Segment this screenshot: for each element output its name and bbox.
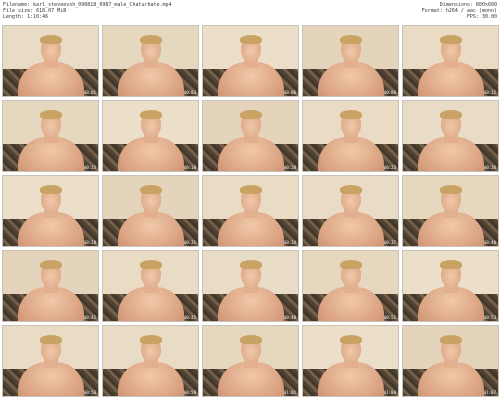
person-hair (239, 335, 262, 344)
video-thumbnail: 00:31 (102, 175, 199, 247)
length-text: Length: 1:10:46 (3, 14, 49, 20)
info-header: Filename: karl_steveevsh_090818_0987_mal… (0, 0, 500, 24)
timestamp-label: 00:45 (183, 315, 196, 320)
video-thumbnail: 00:28 (2, 175, 99, 247)
timestamp-label: 00:53 (483, 315, 496, 320)
timestamp-label: 00:51 (383, 315, 396, 320)
person-hair (139, 35, 162, 44)
person-hair (39, 185, 62, 194)
video-thumbnail: 00:06 (202, 25, 299, 97)
video-thumbnail: 01:07 (402, 325, 499, 397)
timestamp-label: 00:31 (183, 240, 196, 245)
person-hair (439, 260, 462, 269)
timestamp-label: 00:59 (183, 390, 196, 395)
timestamp-label: 01:07 (483, 390, 496, 395)
video-thumbnail: 00:03 (102, 25, 199, 97)
video-thumbnail: 00:18 (102, 100, 199, 172)
video-thumbnail: 00:15 (2, 100, 99, 172)
video-thumbnail: 00:23 (302, 100, 399, 172)
video-info: Dimensions: 800x600 Format: h264 / aac (… (422, 2, 497, 20)
timestamp-label: 00:28 (83, 240, 96, 245)
person-hair (139, 185, 162, 194)
timestamp-label: 00:56 (83, 390, 96, 395)
video-thumbnail: 00:56 (2, 325, 99, 397)
person-hair (239, 260, 262, 269)
video-thumbnail: 01:01 (202, 325, 299, 397)
person-hair (339, 35, 362, 44)
timestamp-label: 00:12 (483, 90, 496, 95)
video-thumbnail: 00:12 (402, 25, 499, 97)
timestamp-label: 00:09 (383, 90, 396, 95)
timestamp-label: 00:48 (283, 315, 296, 320)
video-thumbnail: 00:59 (102, 325, 199, 397)
timestamp-label: 00:01 (83, 90, 96, 95)
fps-text: FPS: 30.00 (466, 14, 497, 20)
person-hair (339, 260, 362, 269)
video-thumbnail: 00:26 (402, 100, 499, 172)
video-thumbnail: 01:04 (302, 325, 399, 397)
timestamp-label: 00:23 (383, 165, 396, 170)
timestamp-label: 00:37 (383, 240, 396, 245)
thumbnail-grid: 00:01 00:03 00:06 00:09 00:12 00:15 00:18 00:20… (0, 24, 500, 401)
timestamp-label: 00:42 (83, 315, 96, 320)
video-thumbnail: 00:37 (302, 175, 399, 247)
person-hair (239, 185, 262, 194)
timestamp-label: 00:18 (183, 165, 196, 170)
contact-sheet: Filename: karl_steveevsh_090818_0987_mal… (0, 0, 500, 401)
timestamp-label: 00:40 (483, 240, 496, 245)
video-thumbnail: 00:51 (302, 250, 399, 322)
timestamp-label: 00:26 (483, 165, 496, 170)
person-hair (239, 110, 262, 119)
video-thumbnail: 00:34 (202, 175, 299, 247)
timestamp-label: 00:34 (283, 240, 296, 245)
person-hair (139, 260, 162, 269)
video-thumbnail: 00:01 (2, 25, 99, 97)
person-hair (339, 110, 362, 119)
person-hair (39, 335, 62, 344)
timestamp-label: 00:03 (183, 90, 196, 95)
video-thumbnail: 00:53 (402, 250, 499, 322)
video-thumbnail: 00:42 (2, 250, 99, 322)
video-thumbnail: 00:48 (202, 250, 299, 322)
person-hair (39, 35, 62, 44)
person-hair (39, 110, 62, 119)
file-info: Filename: karl_steveevsh_090818_0987_mal… (3, 2, 172, 20)
video-thumbnail: 00:20 (202, 100, 299, 172)
person-hair (339, 335, 362, 344)
person-hair (339, 185, 362, 194)
timestamp-label: 01:04 (383, 390, 396, 395)
timestamp-label: 00:06 (283, 90, 296, 95)
person-hair (239, 35, 262, 44)
video-thumbnail: 00:09 (302, 25, 399, 97)
person-hair (139, 110, 162, 119)
video-thumbnail: 00:40 (402, 175, 499, 247)
person-hair (439, 335, 462, 344)
timestamp-label: 00:20 (283, 165, 296, 170)
timestamp-label: 00:15 (83, 165, 96, 170)
person-hair (439, 185, 462, 194)
video-thumbnail: 00:45 (102, 250, 199, 322)
person-hair (139, 335, 162, 344)
person-hair (439, 35, 462, 44)
timestamp-label: 01:01 (283, 390, 296, 395)
person-hair (439, 110, 462, 119)
person-hair (39, 260, 62, 269)
